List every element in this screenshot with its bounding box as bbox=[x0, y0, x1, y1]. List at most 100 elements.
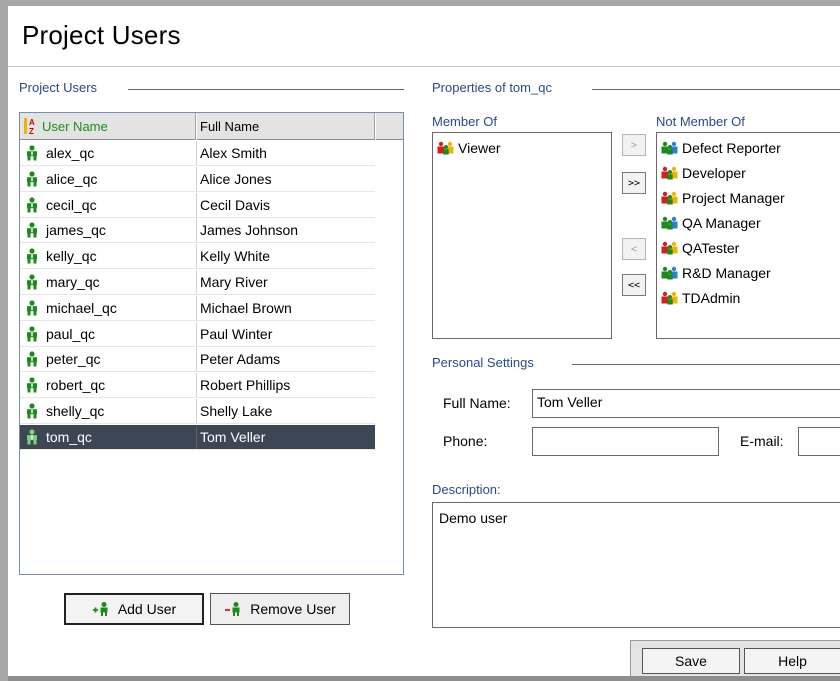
add-user-button[interactable]: Add User bbox=[64, 593, 204, 625]
email-field[interactable] bbox=[798, 427, 840, 456]
remove-all-groups-button[interactable]: << bbox=[622, 274, 646, 296]
user-name-cell: mary_qc bbox=[20, 270, 197, 294]
phone-label: Phone: bbox=[443, 433, 488, 449]
table-row[interactable]: alex_qc Alex Smith bbox=[20, 141, 375, 166]
user-icon bbox=[27, 222, 37, 238]
personal-group-line bbox=[572, 364, 840, 365]
full-name-field[interactable]: Tom Veller bbox=[532, 389, 840, 418]
add-all-groups-button[interactable]: >> bbox=[622, 172, 646, 194]
properties-group-line bbox=[592, 89, 840, 90]
user-name-text: cecil_qc bbox=[46, 196, 97, 213]
group-icon bbox=[661, 241, 678, 255]
user-icon bbox=[27, 274, 37, 290]
column-header-filler bbox=[376, 113, 403, 140]
table-row[interactable]: robert_qc Robert Phillips bbox=[20, 373, 375, 399]
table-row[interactable]: cecil_qc Cecil Davis bbox=[20, 192, 375, 218]
description-field[interactable]: Demo user bbox=[432, 502, 840, 628]
remove-user-label: Remove User bbox=[250, 601, 336, 617]
help-button[interactable]: Help bbox=[744, 648, 840, 674]
table-row[interactable]: alice_qc Alice Jones bbox=[20, 166, 375, 192]
table-row[interactable]: michael_qc Michael Brown bbox=[20, 295, 375, 321]
svg-text:Z: Z bbox=[29, 127, 34, 135]
table-row[interactable]: mary_qc Mary River bbox=[20, 270, 375, 295]
user-name-cell: peter_qc bbox=[20, 347, 197, 372]
properties-group-label: Properties of tom_qc bbox=[432, 80, 558, 95]
user-name-text: michael_qc bbox=[46, 299, 117, 316]
add-selected-group-button[interactable]: > bbox=[622, 134, 646, 156]
group-list-item[interactable]: R&D Manager bbox=[660, 265, 771, 281]
user-icon bbox=[27, 325, 37, 342]
full-name-cell: Alice Jones bbox=[200, 170, 272, 187]
group-icon bbox=[661, 141, 678, 155]
user-icon bbox=[27, 196, 37, 213]
group-list-item[interactable]: Defect Reporter bbox=[660, 140, 781, 156]
user-name-text: alex_qc bbox=[46, 145, 95, 161]
remove-user-button[interactable]: Remove User bbox=[210, 593, 350, 625]
table-row[interactable]: shelly_qc Shelly Lake bbox=[20, 399, 375, 424]
column-header-user-name[interactable]: A Z User Name bbox=[20, 113, 196, 140]
column-header-full-name[interactable]: Full Name bbox=[197, 113, 375, 140]
group-list-item[interactable]: Developer bbox=[660, 165, 746, 181]
not-member-of-list[interactable]: Defect Reporter Developer Project Manager Q… bbox=[656, 132, 840, 339]
table-row[interactable]: james_qc James Johnson bbox=[20, 218, 375, 244]
group-list-item[interactable]: QA Manager bbox=[660, 215, 761, 231]
not-member-of-label: Not Member Of bbox=[656, 114, 745, 129]
full-name-cell: Paul Winter bbox=[200, 325, 273, 342]
user-name-text: james_qc bbox=[46, 222, 106, 239]
full-name-cell: Alex Smith bbox=[200, 145, 267, 161]
user-icon bbox=[27, 248, 37, 264]
group-list-item[interactable]: Project Manager bbox=[660, 190, 785, 206]
user-name-cell: robert_qc bbox=[20, 373, 197, 398]
user-name-text: kelly_qc bbox=[46, 248, 97, 265]
member-of-label: Member Of bbox=[432, 114, 498, 129]
user-name-cell: james_qc bbox=[20, 218, 197, 243]
user-name-text: mary_qc bbox=[46, 274, 100, 290]
remove-user-icon bbox=[225, 602, 240, 616]
user-name-cell: kelly_qc bbox=[20, 244, 197, 269]
user-icon bbox=[27, 171, 37, 187]
group-list-item[interactable]: Viewer bbox=[436, 140, 501, 156]
window-frame-top bbox=[8, 0, 840, 6]
group-list-item[interactable]: QATester bbox=[660, 240, 739, 256]
group-name: Project Manager bbox=[682, 190, 785, 206]
group-name: QATester bbox=[682, 240, 740, 256]
user-icon bbox=[27, 351, 37, 367]
personal-group-label: Personal Settings bbox=[432, 355, 540, 370]
full-name-cell: James Johnson bbox=[200, 222, 299, 239]
full-name-cell: Shelly Lake bbox=[200, 403, 273, 419]
group-name: Defect Reporter bbox=[682, 140, 781, 156]
phone-field[interactable] bbox=[532, 427, 719, 456]
window-frame-bottom bbox=[8, 676, 840, 681]
user-icon bbox=[27, 403, 37, 419]
user-name-text: robert_qc bbox=[46, 377, 106, 394]
table-row[interactable]: peter_qc Peter Adams bbox=[20, 347, 375, 373]
group-name: Developer bbox=[682, 165, 746, 181]
save-button[interactable]: Save bbox=[642, 648, 740, 674]
user-name-text: shelly_qc bbox=[46, 403, 105, 419]
member-of-list[interactable]: Viewer bbox=[432, 132, 612, 339]
email-label: E-mail: bbox=[740, 433, 784, 449]
user-name-text: tom_qc bbox=[46, 428, 92, 445]
window-frame-left bbox=[0, 0, 8, 681]
user-name-text: paul_qc bbox=[46, 325, 96, 342]
remove-selected-group-button[interactable]: < bbox=[622, 238, 646, 260]
table-row[interactable]: paul_qc Paul Winter bbox=[20, 321, 375, 347]
group-icon bbox=[661, 266, 678, 280]
full-name-cell: Michael Brown bbox=[200, 299, 292, 316]
user-name-cell: michael_qc bbox=[20, 295, 197, 320]
user-name-cell: shelly_qc bbox=[20, 399, 197, 423]
group-name: QA Manager bbox=[682, 215, 761, 231]
full-name-cell: Peter Adams bbox=[200, 351, 281, 368]
group-list-item[interactable]: TDAdmin bbox=[660, 290, 740, 306]
full-name-cell: Kelly White bbox=[200, 248, 271, 265]
table-row[interactable]: tom_qc Tom Veller bbox=[20, 424, 375, 450]
user-name-cell: paul_qc bbox=[20, 321, 197, 346]
user-name-text: alice_qc bbox=[46, 170, 98, 187]
svg-text:A: A bbox=[29, 118, 35, 127]
page-title: Project Users bbox=[22, 20, 181, 50]
user-name-text: peter_qc bbox=[46, 351, 101, 368]
user-name-cell: alex_qc bbox=[20, 141, 197, 165]
table-row[interactable]: kelly_qc Kelly White bbox=[20, 244, 375, 270]
group-name: Viewer bbox=[458, 140, 501, 156]
group-icon bbox=[661, 166, 678, 180]
